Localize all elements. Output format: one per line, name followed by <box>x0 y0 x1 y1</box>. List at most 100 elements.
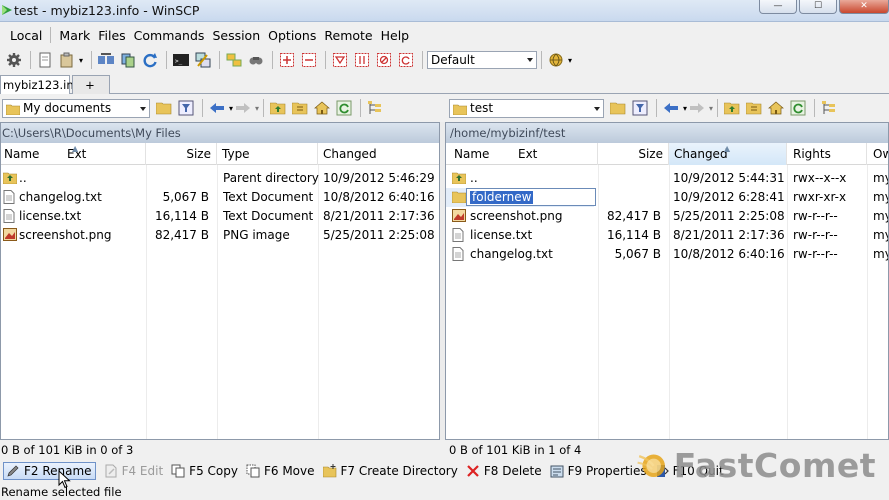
rename-pencil-icon <box>7 465 19 477</box>
table-row[interactable]: .. Parent directory 10/9/2012 5:46:29 ..… <box>1 169 439 188</box>
table-row[interactable]: screenshot.png 82,417 B 5/25/2011 2:25:0… <box>446 207 888 226</box>
home-directory-icon[interactable] <box>312 98 332 118</box>
edit-button[interactable]: F4 Edit <box>104 464 163 478</box>
text-file-icon <box>3 209 15 223</box>
text-file-icon <box>452 228 464 242</box>
menu-local[interactable]: Local <box>6 28 46 43</box>
synchronize-icon[interactable] <box>96 50 116 70</box>
refresh-icon[interactable] <box>788 98 808 118</box>
back-arrow-icon[interactable] <box>207 98 227 118</box>
table-row[interactable]: changelog.txt 5,067 B 10/8/2012 6:40:16 … <box>446 245 888 264</box>
table-row[interactable]: license.txt 16,114 B 8/21/2011 2:17:36 .… <box>446 226 888 245</box>
watermark-text: FastComet <box>673 445 876 485</box>
preferences-gear-icon[interactable] <box>4 50 24 70</box>
compare-directories-icon[interactable] <box>118 50 138 70</box>
maximize-button[interactable]: ☐ <box>799 0 837 14</box>
tree-view-icon[interactable] <box>365 98 385 118</box>
copy-button[interactable]: F5 Copy <box>171 464 238 478</box>
invert-selection-icon[interactable] <box>352 50 372 70</box>
column-size[interactable]: Size <box>598 143 669 165</box>
new-session-tab-button[interactable]: + <box>72 75 110 94</box>
local-browser-icon[interactable] <box>35 50 55 70</box>
menu-files[interactable]: Files <box>94 28 129 43</box>
local-path-header: C:\Users\R\Documents\My Files <box>1 123 439 143</box>
console-icon[interactable]: >_ <box>171 50 191 70</box>
delete-x-icon <box>467 465 479 477</box>
transfer-settings-select[interactable]: Default <box>427 51 537 69</box>
table-row[interactable]: screenshot.png 82,417 B PNG image 5/25/2… <box>1 226 439 245</box>
column-rights[interactable]: Rights <box>787 143 867 165</box>
rename-button[interactable]: F2 Rename <box>3 462 96 480</box>
menu-mark[interactable]: Mark <box>55 28 94 43</box>
back-arrow-icon[interactable] <box>661 98 681 118</box>
menu-options[interactable]: Options <box>264 28 320 43</box>
clear-selection-icon[interactable] <box>374 50 394 70</box>
clipboard-icon[interactable] <box>57 50 77 70</box>
refresh-icon[interactable] <box>140 50 160 70</box>
filter-folder-icon[interactable] <box>176 98 196 118</box>
reload-selection-icon[interactable] <box>396 50 416 70</box>
menu-session[interactable]: Session <box>208 28 264 43</box>
forward-arrow-icon[interactable] <box>687 98 707 118</box>
local-file-panel[interactable]: C:\Users\R\Documents\My Files Name Ext ▲… <box>0 122 440 440</box>
create-directory-button[interactable]: F7 Create Directory <box>322 464 458 478</box>
table-row[interactable]: license.txt 16,114 B Text Document 8/21/… <box>1 207 439 226</box>
queue-icon[interactable] <box>224 50 244 70</box>
unselect-files-minus-icon[interactable] <box>299 50 319 70</box>
properties-button[interactable]: F9 Properties <box>550 464 647 478</box>
column-changed[interactable]: Changed <box>318 143 439 165</box>
parent-directory-icon[interactable] <box>722 98 742 118</box>
menu-separator <box>50 27 52 43</box>
remote-location-select[interactable]: test <box>449 98 604 118</box>
column-owner[interactable]: Ow <box>867 143 888 165</box>
new-folder-icon <box>322 464 336 478</box>
open-folder-icon[interactable] <box>154 98 174 118</box>
close-button[interactable]: ✕ <box>839 0 889 14</box>
toolbar-dropdown-arrow-icon[interactable]: ▾ <box>568 56 576 65</box>
window-controls: — ☐ ✕ <box>757 0 889 16</box>
find-files-icon[interactable] <box>246 50 266 70</box>
chevron-down-icon[interactable]: ▾ <box>255 104 259 113</box>
local-location-select[interactable]: My documents <box>2 98 150 118</box>
column-type[interactable]: Type <box>217 143 318 165</box>
image-file-icon <box>3 228 17 241</box>
column-size[interactable]: Size <box>146 143 217 165</box>
table-row[interactable]: .. 10/9/2012 5:44:31 ... rwx--x--x my <box>446 169 888 188</box>
select-files-plus-icon[interactable] <box>277 50 297 70</box>
rename-input[interactable]: foldernew <box>466 188 596 206</box>
toolbar-dropdown-arrow-icon[interactable]: ▾ <box>79 56 87 65</box>
column-ext[interactable]: Ext <box>518 147 537 161</box>
chevron-down-icon <box>594 106 600 111</box>
menu-help[interactable]: Help <box>377 28 414 43</box>
delete-button[interactable]: F8 Delete <box>466 464 542 478</box>
filter-icon[interactable] <box>330 50 350 70</box>
root-directory-icon[interactable] <box>744 98 764 118</box>
session-tab[interactable]: mybiz123.info <box>0 75 85 94</box>
remote-file-panel[interactable]: /home/mybizinf/test Name Ext Size Change… <box>445 122 889 440</box>
local-column-header: Name Ext ▲ Size Type Changed <box>1 143 439 165</box>
refresh-icon[interactable] <box>334 98 354 118</box>
table-row-renaming[interactable]: foldernew 10/9/2012 6:28:41 ... rwxr-xr-… <box>446 188 888 207</box>
globe-update-icon[interactable] <box>546 50 566 70</box>
table-row[interactable]: changelog.txt 5,067 B Text Document 10/8… <box>1 188 439 207</box>
parent-directory-icon[interactable] <box>268 98 288 118</box>
menu-remote[interactable]: Remote <box>320 28 376 43</box>
menu-bar: Local Mark Files Commands Session Option… <box>0 24 889 46</box>
edit-icon <box>105 464 117 478</box>
chevron-down-icon[interactable]: ▾ <box>709 104 713 113</box>
folder-icon <box>452 191 466 203</box>
minimize-button[interactable]: — <box>759 0 797 14</box>
filter-folder-icon[interactable] <box>630 98 650 118</box>
move-button[interactable]: F6 Move <box>246 464 315 478</box>
properties-icon <box>550 465 564 478</box>
tree-view-icon[interactable] <box>819 98 839 118</box>
putty-icon[interactable] <box>193 50 213 70</box>
open-folder-icon[interactable] <box>608 98 628 118</box>
menu-commands[interactable]: Commands <box>130 28 209 43</box>
home-directory-icon[interactable] <box>766 98 786 118</box>
forward-arrow-icon[interactable] <box>233 98 253 118</box>
session-tabs: mybiz123.info + <box>0 75 889 94</box>
svg-text:>_: >_ <box>175 58 183 65</box>
root-directory-icon[interactable] <box>290 98 310 118</box>
sort-up-icon: ▲ <box>724 144 731 153</box>
